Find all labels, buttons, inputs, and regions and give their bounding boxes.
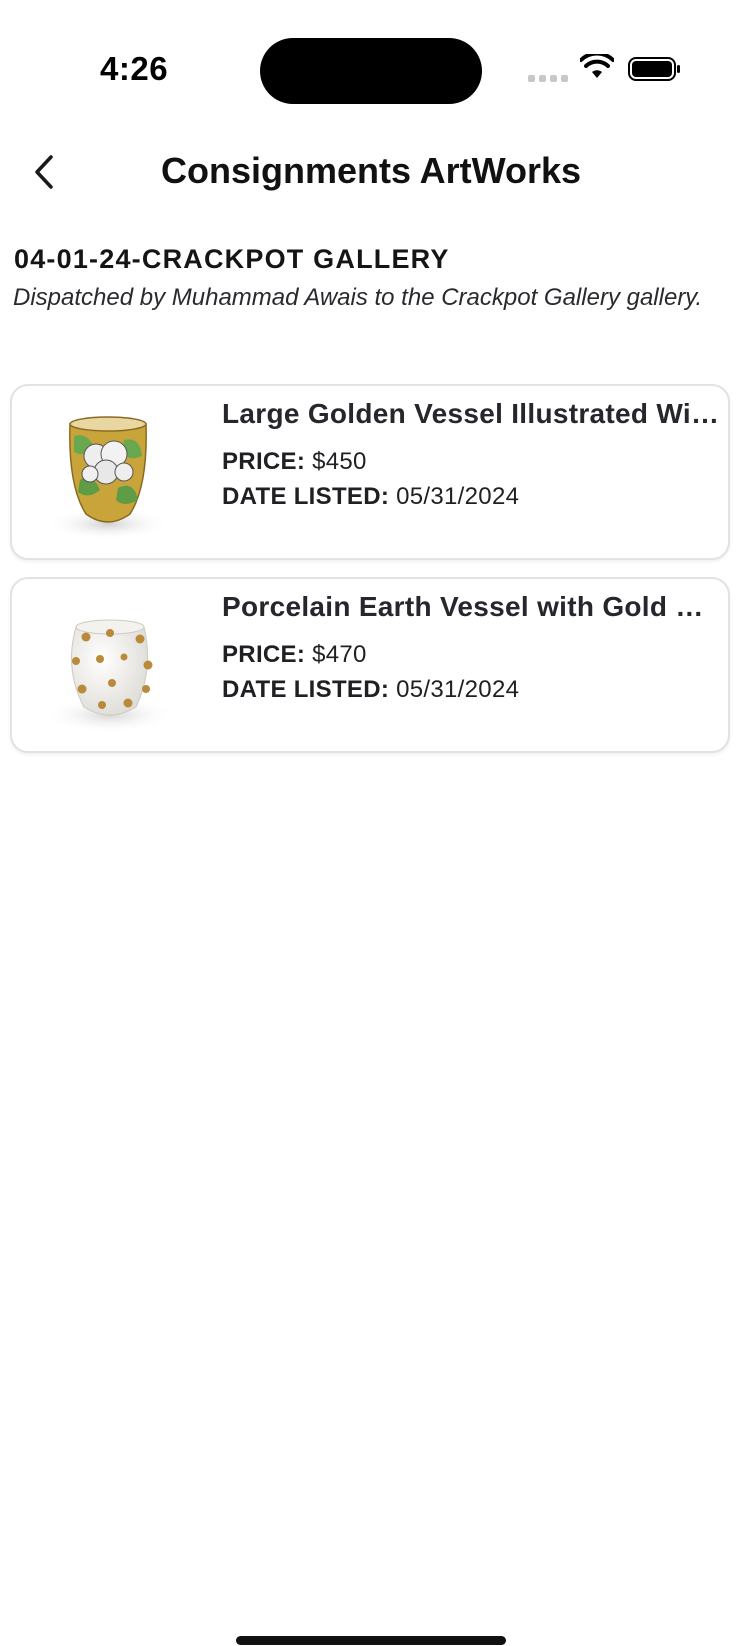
battery-icon: [628, 57, 680, 81]
price-label: PRICE:: [222, 448, 306, 475]
artwork-name: Large Golden Vessel Illustrated With Hyd…: [222, 398, 722, 429]
golden-vessel-thumbnail: [46, 416, 170, 540]
consignment-title: 04-01-24-CRACKPOT GALLERY: [14, 244, 450, 274]
consignment-description: Dispatched by Muhammad Awais to the Crac…: [13, 284, 703, 311]
dynamic-island: [260, 38, 482, 104]
artwork-price: PRICE: $470: [222, 637, 722, 672]
price-value: $450: [312, 448, 367, 475]
home-indicator[interactable]: [236, 1636, 506, 1645]
status-time: 4:26: [100, 50, 169, 87]
artwork-date-listed: DATE LISTED: 05/31/2024: [222, 672, 722, 707]
status-bar: 4:26: [0, 0, 742, 110]
artwork-name: Porcelain Earth Vessel with Gold Nuggets: [222, 591, 722, 622]
porcelain-vessel-thumbnail: [44, 619, 176, 733]
artwork-date-listed: DATE LISTED: 05/31/2024: [222, 479, 722, 514]
artwork-card[interactable]: Large Golden Vessel Illustrated With Hyd…: [10, 384, 730, 560]
wifi-icon: [580, 54, 614, 78]
artwork-list: Large Golden Vessel Illustrated With Hyd…: [10, 384, 730, 770]
cellular-signal-icon: [528, 75, 568, 82]
artwork-card[interactable]: Porcelain Earth Vessel with Gold Nuggets…: [10, 577, 730, 753]
artwork-price: PRICE: $450: [222, 444, 722, 479]
date-listed-label: DATE LISTED:: [222, 483, 390, 510]
artwork-info: Large Golden Vessel Illustrated With Hyd…: [222, 394, 722, 514]
price-value: $470: [312, 641, 367, 668]
date-listed-value: 05/31/2024: [396, 676, 520, 703]
artwork-info: Porcelain Earth Vessel with Gold Nuggets…: [222, 587, 722, 707]
page-title: Consignments ArtWorks: [160, 150, 582, 191]
date-listed-label: DATE LISTED:: [222, 676, 390, 703]
date-listed-value: 05/31/2024: [396, 483, 520, 510]
price-label: PRICE:: [222, 641, 306, 668]
